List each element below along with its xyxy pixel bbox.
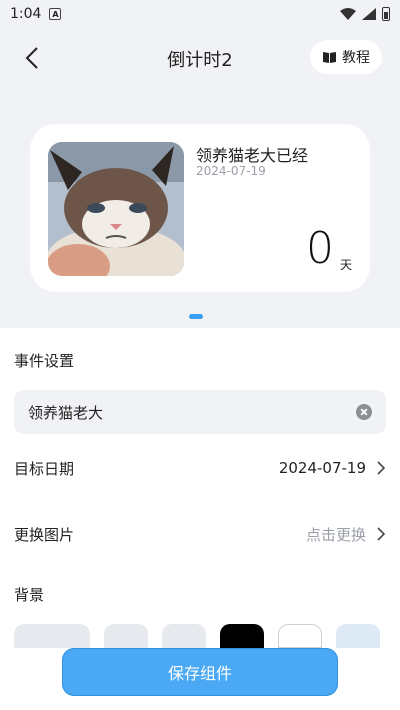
target-date-row[interactable]: 目标日期 2024-07-19 <box>0 448 400 488</box>
day-unit: 天 <box>339 258 352 272</box>
event-name-field <box>14 390 386 434</box>
signal-icon <box>362 8 376 20</box>
notification-a-icon: A <box>49 8 62 20</box>
tutorial-button[interactable]: 教程 <box>310 40 382 74</box>
background-swatch[interactable] <box>220 624 264 648</box>
status-bar: 1:04 A <box>0 0 400 28</box>
cat-image <box>48 142 184 276</box>
target-date-value: 2024-07-19 <box>278 459 366 477</box>
book-icon <box>323 51 336 63</box>
background-swatches <box>14 624 380 648</box>
background-swatch[interactable] <box>336 624 380 648</box>
target-date-label: 目标日期 <box>14 459 75 478</box>
wifi-icon <box>340 8 356 20</box>
tutorial-label: 教程 <box>342 50 370 66</box>
battery-icon <box>382 7 390 21</box>
save-widget-button[interactable]: 保存组件 <box>62 648 338 696</box>
chevron-right-icon <box>377 461 386 475</box>
change-image-hint: 点击更换 <box>305 525 366 544</box>
status-time: 1:04 <box>10 6 42 22</box>
background-label: 背景 <box>14 586 45 604</box>
background-swatch[interactable] <box>278 624 322 648</box>
change-image-label: 更换图片 <box>14 525 75 544</box>
change-image-row[interactable]: 更换图片 点击更换 <box>0 514 400 554</box>
countdown-preview-card: 领养猫老大已经 2024-07-19 0 天 <box>30 124 370 292</box>
background-swatch[interactable] <box>162 624 206 648</box>
event-date: 2024-07-19 <box>196 164 266 178</box>
status-indicators <box>340 7 390 21</box>
event-name-input[interactable] <box>28 403 356 421</box>
day-count: 0 <box>306 223 334 274</box>
event-settings-label: 事件设置 <box>14 352 75 370</box>
background-swatch[interactable] <box>104 624 148 648</box>
event-title: 领养猫老大已经 <box>196 146 309 165</box>
header: 倒计时2 教程 <box>0 38 400 78</box>
chevron-right-icon <box>377 527 386 541</box>
background-swatch[interactable] <box>14 624 90 648</box>
page-indicator <box>189 314 203 319</box>
cat-photo <box>48 142 184 276</box>
clear-icon[interactable] <box>356 404 372 420</box>
